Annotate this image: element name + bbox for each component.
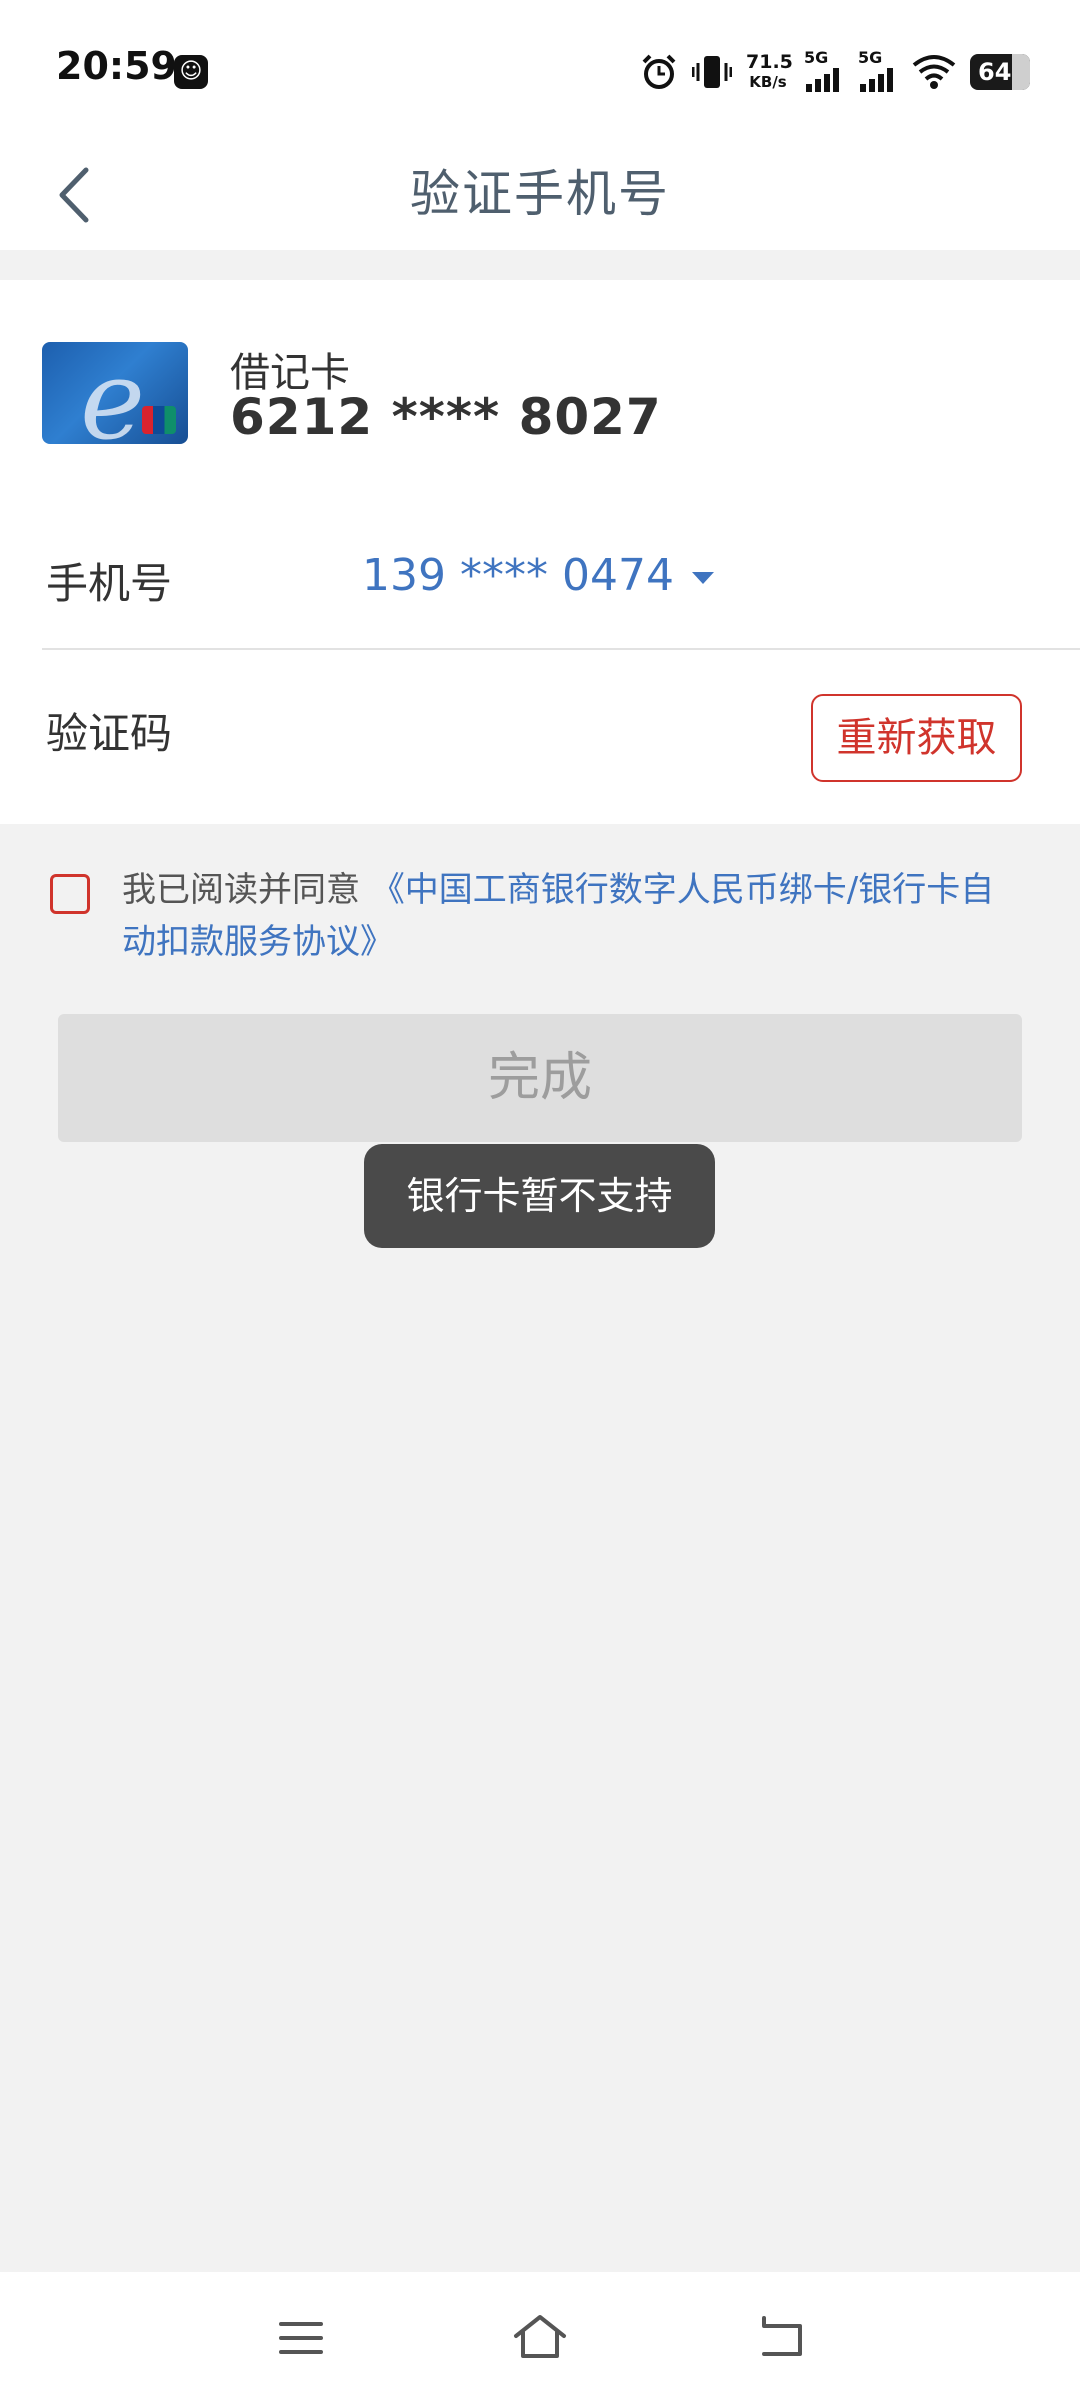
battery-icon: 64 <box>970 54 1030 90</box>
agreement-checkbox[interactable] <box>50 874 90 914</box>
signal-icon-1: 5G <box>804 48 844 92</box>
status-time: 20:59 <box>56 44 177 88</box>
net-speed-unit: KB/s <box>749 73 787 91</box>
code-input[interactable] <box>300 690 780 760</box>
status-icons: 71.5 KB/s 5G 5G 64 <box>640 48 1030 94</box>
network-speed: 71.5 KB/s <box>746 51 793 92</box>
net-speed-value: 71.5 <box>746 51 793 73</box>
toast-message: 银行卡暂不支持 <box>364 1144 715 1248</box>
menu-icon[interactable] <box>278 2318 324 2358</box>
unionpay-logo <box>142 406 176 434</box>
bank-card-image: e <box>42 342 188 444</box>
alarm-icon <box>642 54 676 89</box>
agreement-prefix: 我已阅读并同意 <box>122 870 371 910</box>
divider <box>42 648 1080 650</box>
agreement-text: 我已阅读并同意 《中国工商银行数字人民币绑卡/银行卡自动扣款服务协议》 <box>122 864 1022 968</box>
vibrate-icon <box>692 56 732 88</box>
top-bar: 20:59 ☺ 71.5 KB/s 5G 5G 64 验证手机号 <box>0 0 1080 250</box>
phone-select[interactable]: 139 **** 0474 <box>362 550 714 601</box>
header: 验证手机号 <box>0 140 1080 250</box>
signal-1-label: 5G <box>804 48 829 67</box>
done-button[interactable]: 完成 <box>58 1014 1022 1142</box>
phone-label: 手机号 <box>46 559 173 608</box>
card-number: 6212 **** 8027 <box>230 388 662 446</box>
code-label: 验证码 <box>46 709 173 758</box>
app-notification-icon: ☺ <box>174 55 208 89</box>
verification-card: e 借记卡 6212 **** 8027 手机号 139 **** 0474 验… <box>0 280 1080 824</box>
resend-code-button[interactable]: 重新获取 <box>811 694 1022 782</box>
system-nav-bar <box>0 2272 1080 2400</box>
battery-level: 64 <box>978 58 1012 86</box>
status-bar: 20:59 ☺ 71.5 KB/s 5G 5G 64 <box>0 0 1080 140</box>
signal-icon-2: 5G <box>858 48 898 92</box>
home-icon[interactable] <box>512 2312 568 2362</box>
page-title: 验证手机号 <box>410 165 670 223</box>
caret-down-icon <box>691 571 714 584</box>
wifi-icon <box>912 55 956 89</box>
agreement: 我已阅读并同意 《中国工商银行数字人民币绑卡/银行卡自动扣款服务协议》 <box>0 864 1080 974</box>
nav-back-icon[interactable] <box>756 2314 806 2360</box>
phone-value: 139 **** 0474 <box>362 550 674 601</box>
signal-2-label: 5G <box>858 48 883 67</box>
